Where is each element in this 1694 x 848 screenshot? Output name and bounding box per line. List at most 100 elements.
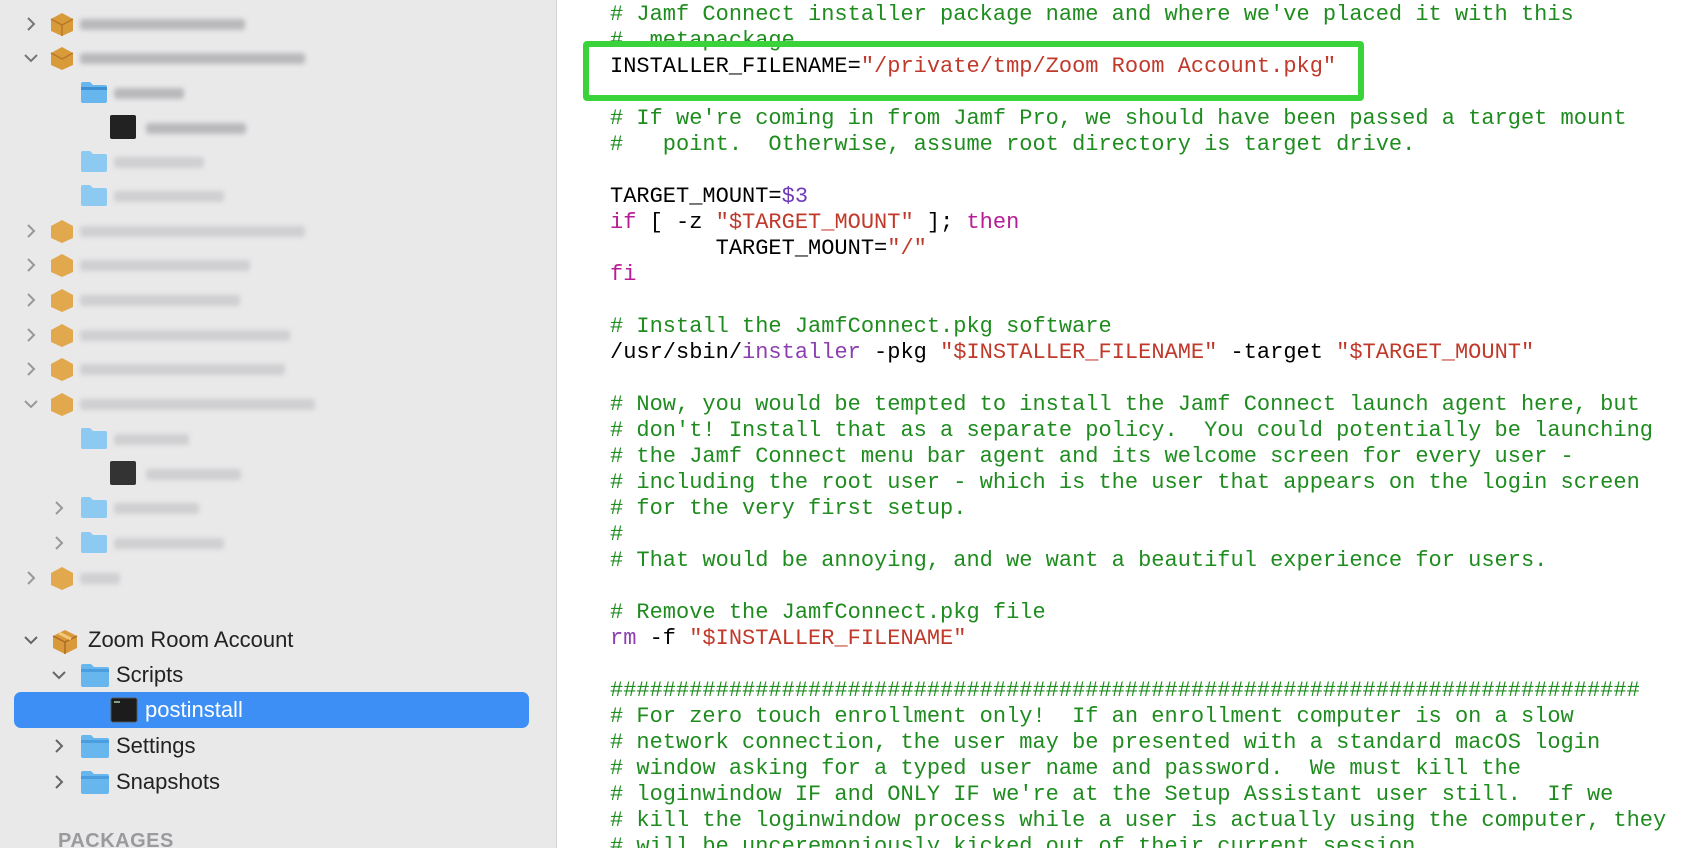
folder-icon <box>81 532 107 553</box>
snapshots-label: Snapshots <box>116 769 220 794</box>
redacted-label <box>114 434 189 445</box>
tree-row-redacted[interactable] <box>0 317 548 353</box>
folder-icon <box>81 664 109 687</box>
code-token: "$TARGET_MOUNT" <box>715 210 914 235</box>
code-line[interactable]: # For zero touch enrollment only! If an … <box>610 704 1574 730</box>
code-line[interactable]: # Install the JamfConnect.pkg software <box>610 314 1112 340</box>
code-line[interactable]: /usr/sbin/installer -pkg "$INSTALLER_FIL… <box>610 340 1534 366</box>
chevron-right-icon[interactable] <box>50 534 68 552</box>
redacted-label <box>80 19 245 30</box>
code-line[interactable]: # the Jamf Connect menu bar agent and it… <box>610 444 1574 470</box>
redacted-label <box>146 123 246 134</box>
package-icon <box>50 47 74 70</box>
tree-row-snapshots[interactable]: Snapshots <box>0 764 548 800</box>
tree-row-project[interactable]: Zoom Room Account <box>0 622 548 658</box>
tree-row-postinstall[interactable]: postinstall <box>0 692 548 728</box>
folder-icon <box>81 771 109 794</box>
code-line[interactable]: # <box>610 522 623 548</box>
code-line[interactable]: # Jamf Connect installer package name an… <box>610 2 1574 28</box>
code-token: # kill the loginwindow process while a u… <box>610 808 1667 833</box>
chevron-down-icon[interactable] <box>22 49 40 67</box>
code-token: TARGET_MOUNT= <box>610 184 782 209</box>
folder-icon <box>81 185 107 206</box>
tree-row-redacted[interactable] <box>0 456 548 492</box>
chevron-down-icon[interactable] <box>22 631 40 649</box>
code-line[interactable]: TARGET_MOUNT=$3 <box>610 184 808 210</box>
chevron-right-icon[interactable] <box>22 291 40 309</box>
code-token: TARGET_MOUNT= <box>610 236 888 261</box>
tree-row-redacted[interactable] <box>0 213 548 249</box>
tree-row-redacted[interactable] <box>0 247 548 283</box>
tree-row-redacted[interactable] <box>0 75 548 111</box>
chevron-down-icon[interactable] <box>50 666 68 684</box>
chevron-right-icon[interactable] <box>22 15 40 33</box>
code-line[interactable]: # If we're coming in from Jamf Pro, we s… <box>610 106 1627 132</box>
redacted-label <box>80 295 240 306</box>
code-line[interactable]: TARGET_MOUNT="/" <box>610 236 927 262</box>
chevron-right-icon[interactable] <box>50 773 68 791</box>
code-token: # window asking for a typed user name an… <box>610 756 1521 781</box>
package-icon <box>51 289 73 312</box>
tree-row-settings[interactable]: Settings <box>0 728 548 764</box>
chevron-right-icon[interactable] <box>22 256 40 274</box>
tree-row-redacted[interactable] <box>0 560 548 596</box>
folder-icon <box>81 497 107 518</box>
redacted-label <box>80 573 120 584</box>
code-token: # the Jamf Connect menu bar agent and it… <box>610 444 1574 469</box>
code-token: # for the very first setup. <box>610 496 967 521</box>
code-token: # If we're coming in from Jamf Pro, we s… <box>610 106 1627 131</box>
code-line[interactable]: # network connection, the user may be pr… <box>610 730 1600 756</box>
script-icon <box>110 115 136 139</box>
code-line[interactable]: # will be unceremoniously kicked out of … <box>610 834 1429 848</box>
chevron-right-icon[interactable] <box>22 360 40 378</box>
code-token: fi <box>610 262 637 287</box>
code-line[interactable]: # including the root user - which is the… <box>610 470 1640 496</box>
code-token: # point. Otherwise, assume root director… <box>610 132 1416 157</box>
chevron-right-icon[interactable] <box>50 737 68 755</box>
code-line[interactable]: # window asking for a typed user name an… <box>610 756 1521 782</box>
package-icon <box>51 254 73 277</box>
chevron-right-icon[interactable] <box>22 326 40 344</box>
chevron-right-icon[interactable] <box>22 569 40 587</box>
code-line[interactable]: # for the very first setup. <box>610 496 966 522</box>
tree-row-redacted[interactable] <box>0 386 548 422</box>
folder-icon <box>81 151 107 172</box>
redacted-label <box>80 399 315 410</box>
package-icon <box>50 13 74 36</box>
folder-icon <box>81 735 109 758</box>
code-line[interactable]: # That would be annoying, and we want a … <box>610 548 1547 574</box>
tree-row-redacted[interactable] <box>0 40 548 76</box>
tree-row-redacted[interactable] <box>0 421 548 457</box>
code-line[interactable]: ########################################… <box>610 678 1640 704</box>
selection-highlight <box>14 692 529 728</box>
package-icon <box>51 393 73 416</box>
code-line[interactable]: rm -f "$INSTALLER_FILENAME" <box>610 626 966 652</box>
chevron-right-icon[interactable] <box>50 499 68 517</box>
code-line[interactable]: # point. Otherwise, assume root director… <box>610 132 1415 158</box>
code-token: /usr/sbin/ <box>610 340 743 365</box>
tree-row-redacted[interactable] <box>0 110 548 146</box>
tree-row-scripts[interactable]: Scripts <box>0 657 548 693</box>
tree-row-redacted[interactable] <box>0 351 548 387</box>
code-line[interactable]: # Now, you would be tempted to install t… <box>610 392 1640 418</box>
tree-row-redacted[interactable] <box>0 6 548 42</box>
chevron-down-icon[interactable] <box>22 395 40 413</box>
packages-section-header: PACKAGES <box>58 830 174 848</box>
code-line[interactable]: if [ -z "$TARGET_MOUNT" ]; then <box>610 210 1019 236</box>
code-line[interactable]: # loginwindow IF and ONLY IF we're at th… <box>610 782 1613 808</box>
script-editor[interactable]: # Jamf Connect installer package name an… <box>557 0 1694 848</box>
code-token: # Install the JamfConnect.pkg software <box>610 314 1112 339</box>
code-line[interactable]: # kill the loginwindow process while a u… <box>610 808 1666 834</box>
tree-row-redacted[interactable] <box>0 178 548 214</box>
code-line[interactable]: # don't! Install that as a separate poli… <box>610 418 1653 444</box>
tree-row-redacted[interactable] <box>0 282 548 318</box>
package-icon <box>51 324 73 347</box>
tree-row-redacted[interactable] <box>0 144 548 180</box>
redacted-label <box>114 88 184 99</box>
tree-row-redacted[interactable] <box>0 525 548 561</box>
code-line[interactable]: # Remove the JamfConnect.pkg file <box>610 600 1046 626</box>
tree-row-redacted[interactable] <box>0 490 548 526</box>
split-view-divider[interactable] <box>548 0 557 848</box>
chevron-right-icon[interactable] <box>22 222 40 240</box>
code-line[interactable]: fi <box>610 262 636 288</box>
